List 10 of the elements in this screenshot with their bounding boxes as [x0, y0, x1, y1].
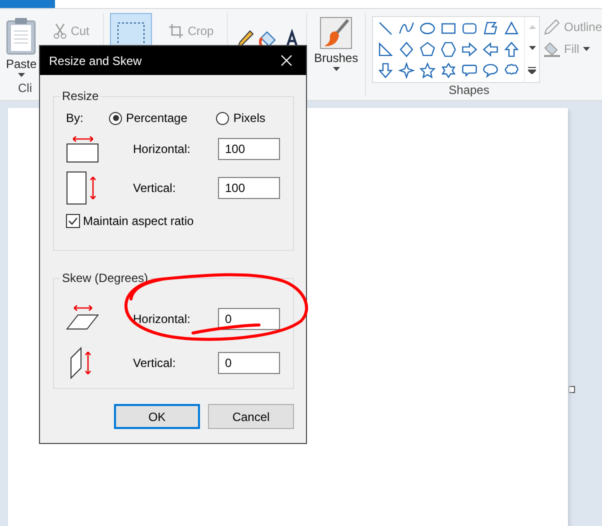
group-label: Cli — [18, 81, 32, 95]
group-title: Resize — [61, 89, 100, 103]
field-label: Horizontal: — [133, 312, 192, 326]
field-label: Vertical: — [133, 356, 177, 370]
group-title: Skew (Degrees) — [61, 271, 150, 285]
dialog-title: Resize and Skew — [49, 54, 142, 68]
group-label: Shapes — [448, 83, 490, 97]
field-label: Vertical: — [133, 180, 177, 194]
by-label: By: — [66, 111, 84, 125]
field-label: Horizontal: — [133, 142, 192, 156]
